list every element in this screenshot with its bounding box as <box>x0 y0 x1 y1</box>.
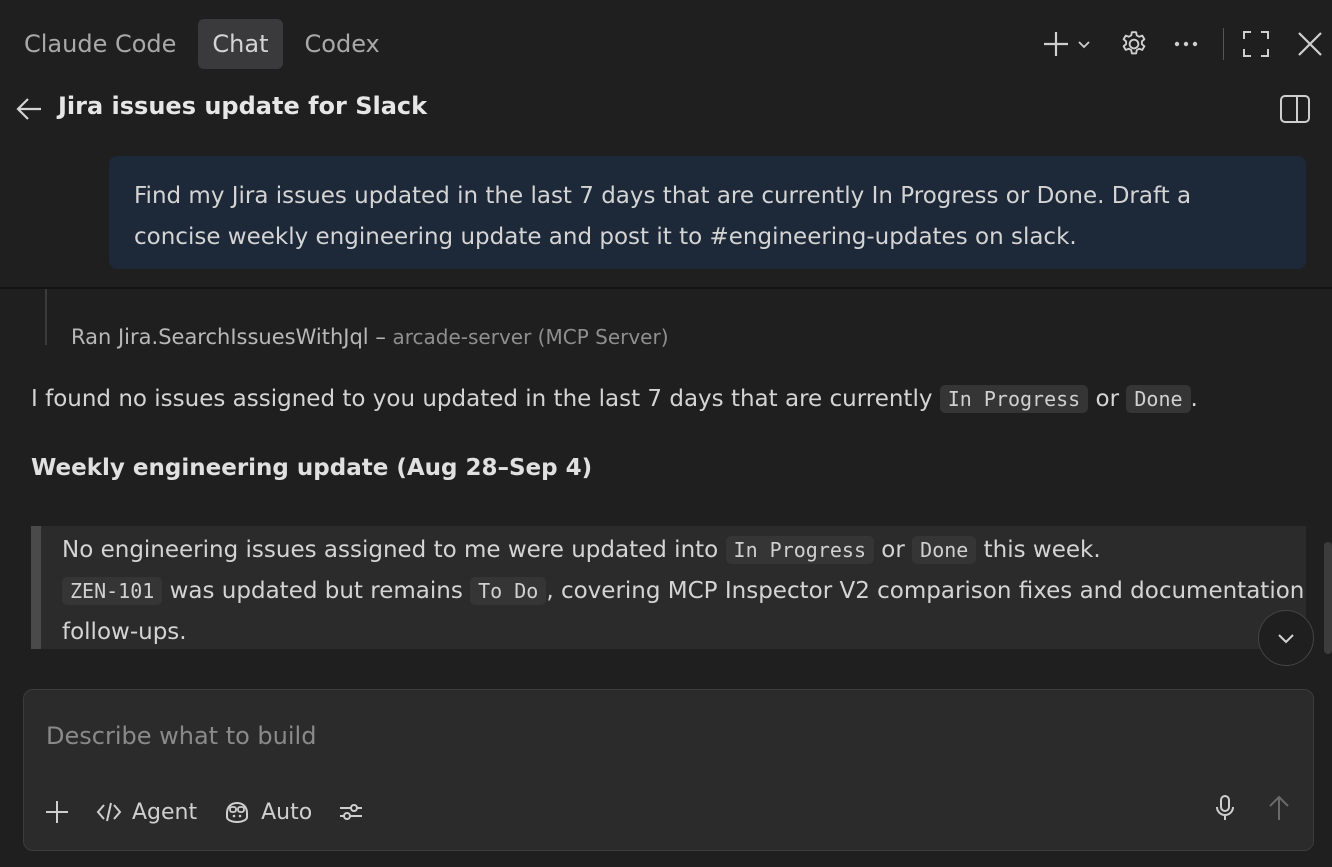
new-chat-button[interactable] <box>1039 22 1073 66</box>
gear-icon <box>1122 31 1146 55</box>
tab-claude-code[interactable]: Claude Code <box>10 19 190 69</box>
close-icon <box>1298 32 1322 56</box>
prompt-input[interactable] <box>46 718 1286 754</box>
code-icon <box>96 802 122 822</box>
tab-chat[interactable]: Chat <box>198 19 283 69</box>
maximize-icon <box>1243 31 1269 57</box>
panel-toggle-icon <box>1280 95 1310 123</box>
inline-code: Done <box>912 536 977 564</box>
response-paragraph: I found no issues assigned to you update… <box>31 381 1198 417</box>
arrow-up-icon <box>1269 795 1289 820</box>
settings-button[interactable] <box>1117 22 1151 66</box>
tool-call-label: Ran Jira.SearchIssuesWithJql <box>71 325 369 349</box>
draft-blockquote: No engineering issues assigned to me wer… <box>31 526 1306 649</box>
model-label: Auto <box>261 799 313 825</box>
quote-text: this week. <box>976 537 1101 563</box>
microphone-icon <box>1216 795 1234 820</box>
ellipsis-icon <box>1174 41 1198 47</box>
scrollbar-thumb[interactable] <box>1324 542 1332 654</box>
scroll-to-bottom-button[interactable] <box>1258 610 1314 666</box>
tool-call-server: arcade-server (MCP Server) <box>392 325 669 349</box>
tools-settings-button[interactable] <box>338 799 364 825</box>
tool-call-separator: – <box>375 325 386 349</box>
new-chat-menu-button[interactable] <box>1073 22 1095 66</box>
add-context-button[interactable] <box>44 799 70 825</box>
inline-code: In Progress <box>725 536 874 564</box>
inline-code: To Do <box>470 577 547 605</box>
quote-text: No engineering issues assigned to me wer… <box>62 537 726 563</box>
tool-connector-line <box>45 289 47 345</box>
response-text: or <box>1088 386 1127 412</box>
quote-text: or <box>874 537 913 563</box>
chevron-down-icon <box>1078 41 1090 49</box>
transcript[interactable]: Ran Jira.SearchIssuesWithJql – arcade-se… <box>0 289 1332 669</box>
quote-text: was updated but remains <box>162 578 471 604</box>
maximize-button[interactable] <box>1240 22 1272 66</box>
sliders-icon <box>340 804 363 820</box>
toolbar-separator <box>1223 28 1224 60</box>
close-button[interactable] <box>1294 22 1326 66</box>
composer-toolbar: Agent Auto <box>44 794 390 830</box>
send-button[interactable] <box>1267 794 1291 822</box>
inline-code: ZEN-101 <box>62 577 163 605</box>
model-picker-button[interactable]: Auto <box>223 799 312 825</box>
panel-toggle-button[interactable] <box>1278 92 1312 126</box>
composer: Agent Auto <box>23 689 1314 851</box>
voice-input-button[interactable] <box>1213 794 1237 822</box>
arrow-left-icon <box>16 98 41 120</box>
chevron-down-icon <box>1278 634 1294 644</box>
tab-list: Claude Code Chat Codex <box>10 19 394 69</box>
response-text: I found no issues assigned to you update… <box>31 386 940 412</box>
chat-window: Claude Code Chat Codex Jira issues updat… <box>0 0 1332 867</box>
plus-icon <box>1044 32 1068 56</box>
top-bar: Claude Code Chat Codex <box>0 0 1332 86</box>
inline-code: In Progress <box>939 385 1089 413</box>
conversation-title: Jira issues update for Slack <box>58 92 428 120</box>
more-options-button[interactable] <box>1171 22 1201 66</box>
plus-icon <box>46 801 68 823</box>
tab-codex[interactable]: Codex <box>291 19 394 69</box>
conversation-header: Jira issues update for Slack <box>0 86 1332 132</box>
user-message: Find my Jira issues updated in the last … <box>109 156 1306 269</box>
back-button[interactable] <box>14 94 44 124</box>
tool-call-row[interactable]: Ran Jira.SearchIssuesWithJql – arcade-se… <box>71 325 669 349</box>
composer-send-group <box>1213 794 1291 822</box>
response-heading: Weekly engineering update (Aug 28–Sep 4) <box>31 455 593 481</box>
inline-code: Done <box>1126 385 1191 413</box>
window-actions <box>1039 22 1332 66</box>
response-text: . <box>1190 386 1198 412</box>
agent-mode-button[interactable]: Agent <box>96 799 197 825</box>
copilot-icon <box>226 801 249 824</box>
agent-mode-label: Agent <box>132 799 198 825</box>
